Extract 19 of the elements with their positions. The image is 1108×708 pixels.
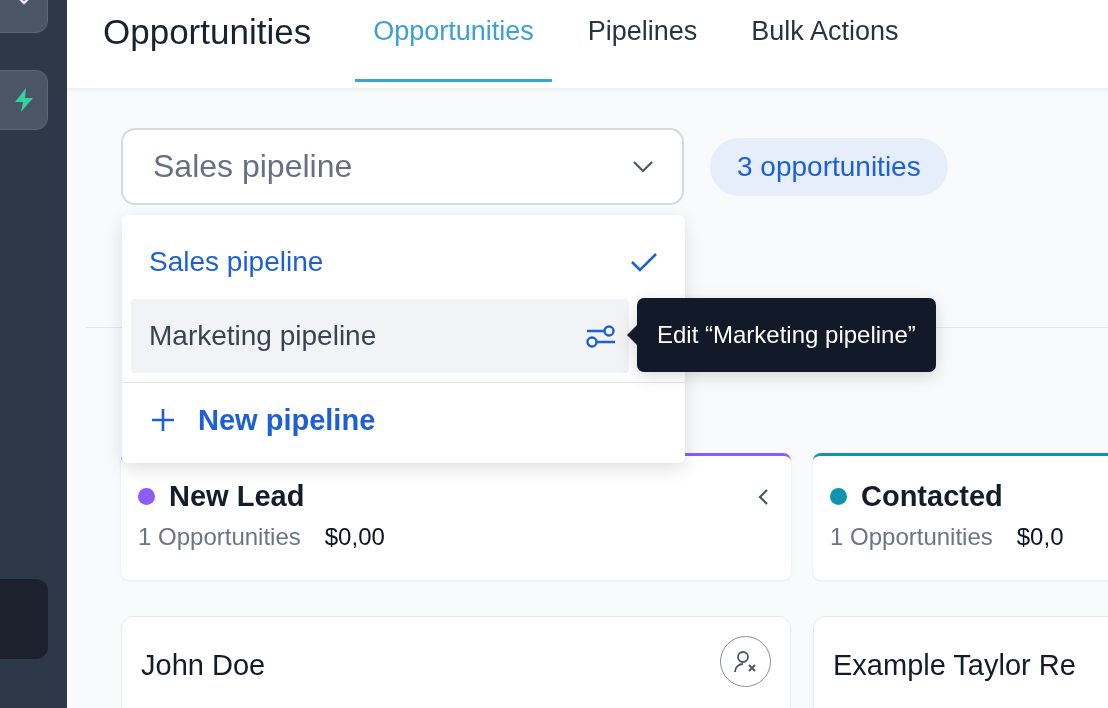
- stage-amount: $0,00: [324, 523, 385, 551]
- tooltip: Edit “Marketing pipeline”: [627, 298, 936, 372]
- tab[interactable]: Pipelines: [569, 0, 716, 82]
- stage-title: New Lead: [169, 480, 306, 513]
- page-title: Opportunities: [103, 12, 312, 52]
- tab[interactable]: Bulk Actions: [733, 0, 917, 82]
- opportunity-card[interactable]: Example Taylor Re: [813, 616, 1108, 708]
- count-badge: 3 opportunities: [710, 137, 948, 196]
- stage-amount: $0,0: [1016, 523, 1064, 551]
- dropdown-option[interactable]: Marketing pipeline: [131, 299, 629, 373]
- stage-title: Contacted: [861, 480, 1004, 513]
- opportunity-count: 1 Opportunities: [138, 523, 301, 551]
- contact-name: John Doe: [141, 649, 266, 682]
- opportunity-card[interactable]: John Doe: [121, 616, 791, 708]
- dropdown-option[interactable]: Sales pipeline: [131, 225, 676, 299]
- new-pipeline-button[interactable]: New pipeline: [122, 383, 404, 457]
- contact-name: Example Taylor Re: [833, 649, 1076, 682]
- opportunity-count: 1 Opportunities: [830, 523, 993, 551]
- pipeline-select[interactable]: Sales pipeline: [121, 128, 684, 205]
